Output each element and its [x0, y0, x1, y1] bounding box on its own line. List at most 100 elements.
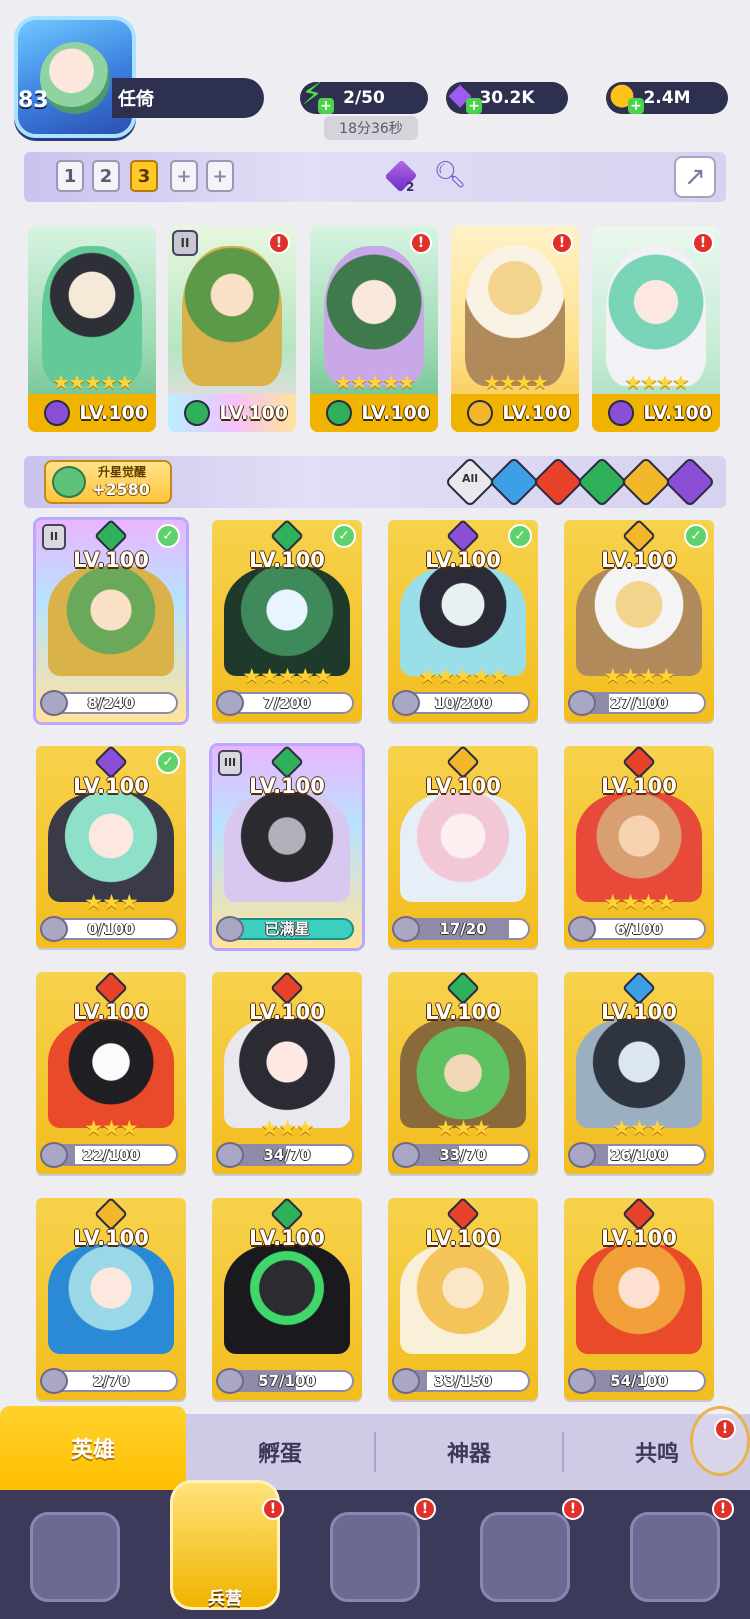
hero-stars: ★★★: [84, 1116, 138, 1140]
hero-card[interactable]: LV.100 54/100: [564, 1198, 714, 1400]
hero-card[interactable]: LV.100 57/100: [212, 1198, 362, 1400]
awaken-label: 升星觉醒: [98, 465, 147, 479]
hero-portrait: [48, 566, 174, 676]
rank-badge: II: [42, 524, 66, 550]
nature-element-icon: [326, 400, 352, 426]
hero-card[interactable]: LV.100 ★★★ 33/70: [388, 972, 538, 1174]
shard-icon: [392, 690, 420, 716]
hero-stars: ★★★★★: [52, 370, 134, 394]
hero-level: LV.100: [249, 1000, 325, 1024]
hero-portrait: [576, 1244, 702, 1354]
shard-icon: [568, 690, 596, 716]
hero-card[interactable]: III LV.100 已满星: [212, 746, 362, 948]
hero-stars: ★★★: [436, 1116, 490, 1140]
shard-icon: [40, 690, 68, 716]
hero-portrait: [224, 1018, 350, 1128]
hero-stars: ★★★★: [483, 370, 549, 394]
hero-portrait: [400, 1018, 526, 1128]
hero-stars: ★★★★: [624, 370, 690, 394]
add-energy-icon[interactable]: +: [318, 98, 334, 114]
check-icon: ✓: [684, 524, 708, 548]
add-gem-icon[interactable]: +: [466, 98, 482, 114]
hero-portrait: [400, 1244, 526, 1354]
hero-level: LV.100: [249, 548, 325, 572]
floating-coin-icon[interactable]: [690, 1406, 750, 1476]
hero-stars: ★★★: [260, 1116, 314, 1140]
hero-card[interactable]: LV.100 17/20: [388, 746, 538, 948]
team-hero-5[interactable]: ★★★★ LV.100 !: [592, 226, 720, 432]
shard-icon: [568, 916, 596, 942]
hero-card[interactable]: ✓ LV.100 ★★★★ 27/100: [564, 520, 714, 722]
hero-portrait: [42, 246, 142, 386]
team-slot-2[interactable]: 2: [92, 160, 120, 192]
hero-stars: ★★★★: [603, 664, 675, 688]
hero-level: LV.100: [643, 402, 712, 424]
team-slot-1[interactable]: 1: [56, 160, 84, 192]
team-hero-3[interactable]: ★★★★★ LV.100 !: [310, 226, 438, 432]
hero-portrait: [224, 792, 350, 902]
player-avatar[interactable]: [14, 16, 136, 138]
alert-icon: !: [714, 1418, 736, 1440]
hero-card[interactable]: LV.100 ★★★ 22/100: [36, 972, 186, 1174]
team-hero-2[interactable]: LV.100 II !: [168, 226, 296, 432]
hero-card[interactable]: LV.100 ★★★ 26/100: [564, 972, 714, 1174]
hero-card[interactable]: ✓ LV.100 ★★★★★ 10/200: [388, 520, 538, 722]
hero-card[interactable]: LV.100 33/150: [388, 1198, 538, 1400]
hero-level: LV.100: [601, 1226, 677, 1250]
hero-card[interactable]: ✓ LV.100 ★★★★★ 7/200: [212, 520, 362, 722]
hero-level: LV.100: [425, 1226, 501, 1250]
nav-guild-icon[interactable]: [630, 1512, 720, 1602]
hero-stars: ★★★: [84, 890, 138, 914]
hero-level: LV.100: [601, 548, 677, 572]
alert-icon: !: [410, 232, 432, 254]
light-element-icon: [467, 400, 493, 426]
tab-heroes[interactable]: 英雄: [0, 1406, 186, 1490]
hero-level: LV.100: [73, 774, 149, 798]
check-icon: ✓: [332, 524, 356, 548]
hero-card[interactable]: ✓ LV.100 ★★★ 0/100: [36, 746, 186, 948]
nav-shrine-icon[interactable]: [480, 1512, 570, 1602]
hero-portrait: [48, 1244, 174, 1354]
hero-portrait: [224, 1244, 350, 1354]
hero-level: LV.100: [425, 774, 501, 798]
shard-icon: [216, 1142, 244, 1168]
hero-level: LV.100: [249, 1226, 325, 1250]
rank-badge: III: [218, 750, 242, 776]
hero-card[interactable]: LV.100 ★★★ 34/70: [212, 972, 362, 1174]
nav-map-icon[interactable]: [330, 1512, 420, 1602]
shard-icon: [392, 1142, 420, 1168]
hero-portrait: [465, 246, 565, 386]
tab-hatch[interactable]: 孵蛋: [186, 1414, 374, 1490]
shard-icon: [216, 916, 244, 942]
alert-icon: !: [551, 232, 573, 254]
add-gold-icon[interactable]: +: [628, 98, 644, 114]
player-level: 83: [18, 88, 49, 113]
hero-portrait: [224, 566, 350, 676]
shard-icon: [40, 1368, 68, 1394]
alert-icon: !: [692, 232, 714, 254]
hero-level: LV.100: [601, 774, 677, 798]
hero-stars: ★★★: [612, 1116, 666, 1140]
search-icon[interactable]: 🔍︎: [432, 160, 468, 192]
hero-stars: ★★★★: [603, 890, 675, 914]
share-icon[interactable]: ↗: [674, 156, 716, 198]
team-hero-4[interactable]: ★★★★ LV.100 !: [451, 226, 579, 432]
team-slot-add-1[interactable]: +: [170, 160, 198, 192]
team-slot-add-2[interactable]: +: [206, 160, 234, 192]
team-hero-1[interactable]: ★★★★★ LV.100: [28, 226, 156, 432]
hero-card[interactable]: II ✓ LV.100 8/240: [36, 520, 186, 722]
check-icon: ✓: [156, 750, 180, 774]
hero-level: LV.100: [425, 548, 501, 572]
top-bar: 83 任倚 2/50 ⚡ + 18分36秒 30.2K ◆ + 2.4M ● +: [0, 0, 750, 150]
shard-icon: [392, 916, 420, 942]
hero-level: LV.100: [73, 548, 149, 572]
team-slot-3[interactable]: 3: [130, 160, 158, 192]
player-name: 任倚: [118, 89, 154, 110]
hero-level: LV.100: [601, 1000, 677, 1024]
nav-cards-icon[interactable]: [30, 1512, 120, 1602]
tab-artifacts[interactable]: 神器: [376, 1414, 562, 1490]
hero-card[interactable]: LV.100 ★★★★ 6/100: [564, 746, 714, 948]
hero-level: LV.100: [73, 1226, 149, 1250]
shard-icon: [568, 1142, 596, 1168]
hero-card[interactable]: LV.100 2/70: [36, 1198, 186, 1400]
